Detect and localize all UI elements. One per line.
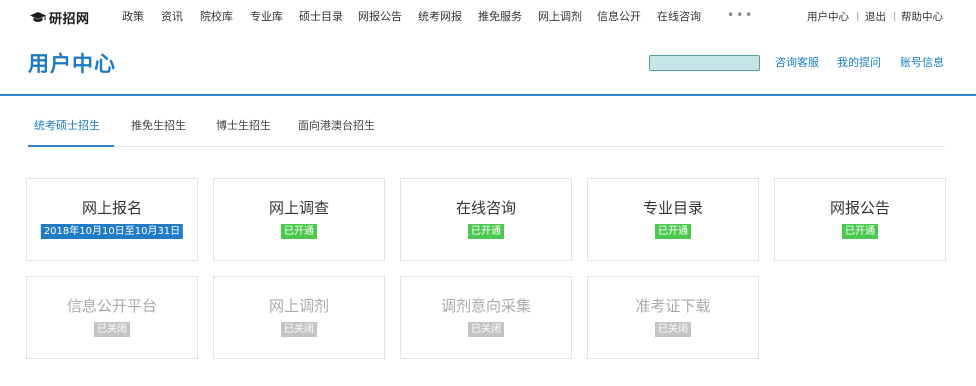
card-title: 网上调查 [268,199,329,217]
nav-item-online-consult[interactable]: 在线咨询 [657,10,701,24]
nav-item-unified-registration[interactable]: 统考网报 [418,10,462,24]
nav-item-announcements[interactable]: 网报公告 [358,10,402,24]
card-title: 在线咨询 [455,199,516,217]
user-center-link[interactable]: 用户中心 [807,10,849,24]
account-info-link[interactable]: 账号信息 [900,56,944,70]
nav-item-online-adjustment[interactable]: 网上调剂 [538,10,582,24]
card-title: 网上报名 [81,199,142,217]
nav-item-master-catalog[interactable]: 硕士目录 [299,10,343,24]
registration-period-badge: 2018年10月10日至10月31日 [40,224,184,239]
page-title: 用户中心 [28,52,116,76]
card-online-survey[interactable]: 网上调查 已开通 [213,178,385,261]
card-title: 调剂意向采集 [440,297,531,315]
card-title: 网报公告 [829,199,890,217]
status-badge: 已开通 [842,224,878,239]
logo-text: 研招网 [49,11,90,27]
card-online-registration[interactable]: 网上报名 2018年10月10日至10月31日 [26,178,198,261]
card-info-disclosure-platform[interactable]: 信息公开平台 已关闭 [26,276,198,359]
nav-separator: | [856,11,860,22]
nav-item-policy[interactable]: 政策 [122,10,144,24]
card-title: 网上调剂 [268,297,329,315]
card-title: 专业目录 [642,199,703,217]
card-registration-announcements[interactable]: 网报公告 已开通 [774,178,946,261]
card-major-catalog[interactable]: 专业目录 已开通 [587,178,759,261]
customer-service-link[interactable]: 咨询客服 [775,56,819,70]
site-logo[interactable]: 研招网 [30,7,90,27]
status-badge: 已关闭 [468,322,504,337]
card-online-adjustment[interactable]: 网上调剂 已关闭 [213,276,385,359]
graduation-cap-icon [30,11,46,24]
status-badge: 已开通 [468,224,504,239]
status-badge: 已关闭 [281,322,317,337]
tab-doctoral[interactable]: 博士生招生 [216,119,271,133]
status-badge: 已关闭 [655,322,691,337]
logout-link[interactable]: 退出 [865,10,886,24]
card-title: 信息公开平台 [66,297,157,315]
nav-separator: | [893,11,897,22]
active-tab-indicator [28,145,114,147]
status-badge: 已关闭 [94,322,130,337]
top-navigation-bar: 研招网 政策 资讯 院校库 专业库 硕士目录 网报公告 统考网报 推免服务 网上… [0,0,976,34]
header-divider [0,94,976,96]
more-menu-icon[interactable]: ••• [727,8,754,22]
card-admission-ticket-download[interactable]: 准考证下载 已关闭 [587,276,759,359]
status-badge: 已开通 [655,224,691,239]
card-title: 准考证下载 [635,297,711,315]
nav-item-info-disclosure[interactable]: 信息公开 [597,10,641,24]
nav-item-majors[interactable]: 专业库 [250,10,283,24]
my-questions-link[interactable]: 我的提问 [837,56,881,70]
tab-hk-macau-taiwan[interactable]: 面向港澳台招生 [298,119,375,133]
card-adjustment-intention[interactable]: 调剂意向采集 已关闭 [400,276,572,359]
status-badge: 已开通 [281,224,317,239]
nav-item-recommendation[interactable]: 推免服务 [478,10,522,24]
tab-recommended[interactable]: 推免生招生 [131,119,186,133]
nav-item-news[interactable]: 资讯 [161,10,183,24]
search-input[interactable] [649,55,760,71]
help-center-link[interactable]: 帮助中心 [901,10,943,24]
tab-unified-master[interactable]: 统考硕士招生 [34,119,100,133]
tabs-divider [28,146,945,147]
card-online-consult[interactable]: 在线咨询 已开通 [400,178,572,261]
nav-item-schools[interactable]: 院校库 [200,10,233,24]
